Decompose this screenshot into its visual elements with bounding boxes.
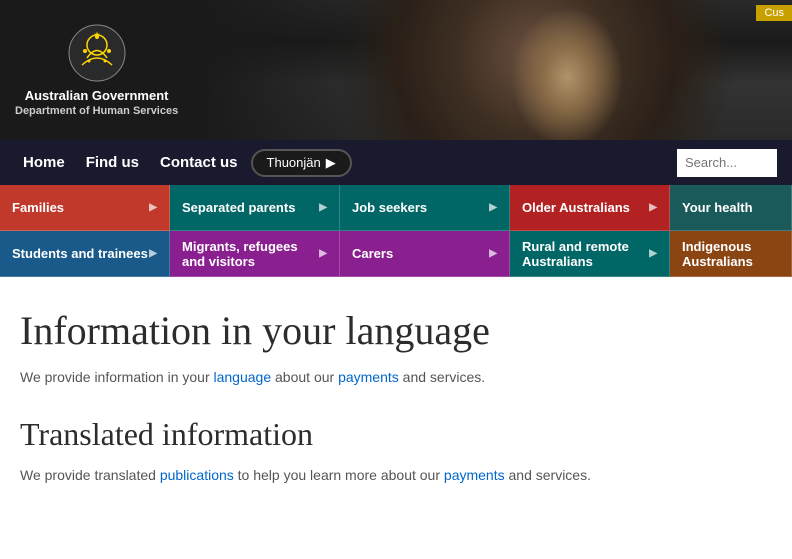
logo-area: Australian Government Department of Huma… (15, 23, 178, 117)
main-nav-menu: Families ▶ Separated parents ▶ Job seeke… (0, 185, 792, 277)
menu-job-seekers[interactable]: Job seekers ▶ (340, 185, 510, 231)
payments-link[interactable]: payments (338, 369, 399, 385)
menu-your-health[interactable]: Your health (670, 185, 792, 231)
menu-indigenous-australians-label: Indigenous Australians (682, 239, 779, 269)
menu-students-trainees-arrow: ▶ (149, 248, 157, 259)
menu-carers-arrow: ▶ (489, 248, 497, 259)
menu-carers[interactable]: Carers ▶ (340, 231, 510, 277)
language-button[interactable]: Thuonjän ▶ (251, 149, 352, 177)
menu-families-label: Families (12, 200, 64, 215)
menu-carers-label: Carers (352, 246, 393, 261)
menu-older-australians[interactable]: Older Australians ▶ (510, 185, 670, 231)
chevron-right-icon: ▶ (326, 155, 336, 171)
language-label: Thuonjän (267, 155, 321, 170)
government-name: Australian Government (25, 88, 169, 105)
search-input[interactable] (677, 149, 777, 177)
payments-link2[interactable]: payments (444, 467, 505, 483)
menu-families[interactable]: Families ▶ (0, 185, 170, 231)
nav-find-us[interactable]: Find us (78, 144, 147, 181)
menu-students-trainees[interactable]: Students and trainees ▶ (0, 231, 170, 277)
government-crest-icon (67, 23, 127, 83)
site-header: Australian Government Department of Huma… (0, 0, 792, 140)
menu-rural-australians[interactable]: Rural and remote Australians ▶ (510, 231, 670, 277)
menu-separated-parents-arrow: ▶ (319, 202, 327, 213)
main-content: Information in your language We provide … (0, 277, 792, 506)
menu-job-seekers-arrow: ▶ (489, 202, 497, 213)
publications-link[interactable]: publications (160, 467, 234, 483)
nav-home[interactable]: Home (15, 144, 73, 181)
menu-your-health-label: Your health (682, 200, 753, 215)
menu-families-arrow: ▶ (149, 202, 157, 213)
department-name: Department of Human Services (15, 105, 178, 117)
menu-migrants[interactable]: Migrants, refugees and visitors ▶ (170, 231, 340, 277)
menu-older-australians-label: Older Australians (522, 200, 630, 215)
section-translated-title: Translated information (20, 416, 772, 453)
menu-separated-parents-label: Separated parents (182, 200, 295, 215)
section-translated-subtitle: We provide translated publications to he… (20, 465, 772, 486)
menu-indigenous-australians[interactable]: Indigenous Australians (670, 231, 792, 277)
menu-older-australians-arrow: ▶ (649, 202, 657, 213)
language-link[interactable]: language (214, 369, 272, 385)
menu-students-trainees-label: Students and trainees (12, 246, 148, 261)
menu-migrants-arrow: ▶ (319, 248, 327, 259)
customer-badge: Cus (756, 5, 792, 21)
menu-rural-australians-arrow: ▶ (649, 248, 657, 259)
menu-job-seekers-label: Job seekers (352, 200, 427, 215)
nav-bar: Home Find us Contact us Thuonjän ▶ (0, 140, 792, 185)
nav-contact-us[interactable]: Contact us (152, 144, 246, 181)
menu-migrants-label: Migrants, refugees and visitors (182, 239, 319, 269)
menu-separated-parents[interactable]: Separated parents ▶ (170, 185, 340, 231)
page-subtitle: We provide information in your language … (20, 367, 772, 388)
page-title: Information in your language (20, 307, 772, 355)
menu-rural-australians-label: Rural and remote Australians (522, 239, 649, 269)
